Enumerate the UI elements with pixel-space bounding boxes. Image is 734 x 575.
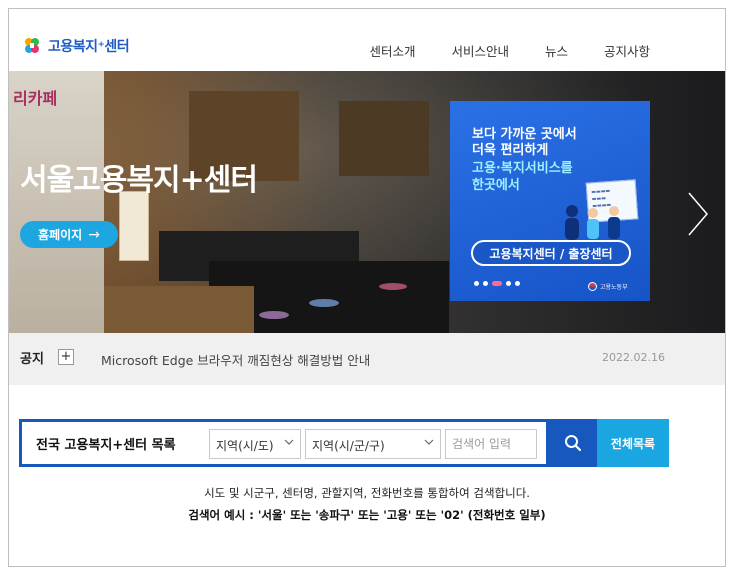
homepage-button[interactable]: 홈페이지 → bbox=[20, 221, 118, 248]
promo-center-button[interactable]: 고용복지센터 / 출장센터 bbox=[471, 240, 631, 266]
keyword-input[interactable] bbox=[445, 429, 537, 459]
hero-banner: 리카페 서울고용복지+센터 홈페이지 → 보다 가까운 곳에서 더욱 편리하게 … bbox=[9, 71, 725, 333]
logo-icon bbox=[25, 38, 39, 53]
hero-title: 서울고용복지+센터 bbox=[20, 163, 258, 198]
promo-ministry-mark: 고용노동부 bbox=[588, 282, 628, 291]
all-list-button[interactable]: 전체목록 bbox=[597, 419, 669, 467]
people-illustration-icon bbox=[565, 205, 620, 240]
page-frame: 고용복지⁺센터 센터소개 서비스안내 뉴스 공지사항 리카페 서울고용복지+센터… bbox=[8, 8, 726, 567]
carousel-dot-5[interactable] bbox=[515, 281, 520, 286]
district-select[interactable]: 지역(시/군/구) bbox=[305, 429, 441, 459]
notice-date: 2022.02.16 bbox=[602, 351, 665, 364]
homepage-button-label: 홈페이지 bbox=[38, 228, 83, 242]
nav-item-notices[interactable]: 공지사항 bbox=[604, 41, 650, 60]
notice-label: 공지 bbox=[20, 352, 44, 367]
carousel-dot-2[interactable] bbox=[483, 281, 488, 286]
search-button[interactable] bbox=[549, 419, 597, 467]
chevron-down-icon bbox=[424, 439, 434, 445]
hero-cushion-1 bbox=[259, 311, 289, 319]
search-help-text: 시도 및 시군구, 센터명, 관할지역, 전화번호를 통합하여 검색합니다. bbox=[204, 486, 530, 500]
hero-poster bbox=[119, 191, 149, 261]
site-logo[interactable]: 고용복지⁺센터 bbox=[21, 36, 130, 56]
emblem-icon bbox=[588, 282, 597, 291]
nav-item-news[interactable]: 뉴스 bbox=[545, 41, 568, 60]
promo-line-2: 더욱 편리하게 bbox=[472, 143, 549, 158]
hero-bookshelf-right bbox=[339, 101, 429, 176]
search-example-text: 검색어 예시 : '서울' 또는 '송파구' 또는 '고용' 또는 '02' (… bbox=[188, 508, 546, 522]
nav-item-service-guide[interactable]: 서비스안내 bbox=[451, 41, 509, 60]
notice-link[interactable]: Microsoft Edge 브라우저 깨짐현상 해결방법 안내 bbox=[101, 350, 370, 369]
site-header: 고용복지⁺센터 센터소개 서비스안내 뉴스 공지사항 bbox=[9, 9, 725, 71]
chevron-down-icon bbox=[284, 439, 294, 445]
region-select-value: 지역(시/도) bbox=[216, 439, 274, 453]
notice-bar: 공지 + Microsoft Edge 브라우저 깨짐현상 해결방법 안내 20… bbox=[9, 333, 725, 385]
search-icon bbox=[565, 435, 582, 452]
search-title: 전국 고용복지+센터 목록 bbox=[36, 438, 176, 453]
hero-cushion-3 bbox=[379, 283, 407, 290]
carousel-pagination bbox=[474, 281, 520, 286]
district-select-value: 지역(시/군/구) bbox=[312, 439, 385, 453]
plus-icon[interactable]: + bbox=[58, 349, 74, 365]
arrow-right-icon: → bbox=[88, 226, 100, 243]
carousel-dot-1[interactable] bbox=[474, 281, 479, 286]
hero-cafe-wall: 리카페 bbox=[9, 71, 104, 333]
region-select[interactable]: 지역(시/도) bbox=[209, 429, 301, 459]
center-search-form: 전국 고용복지+센터 목록 지역(시/도) 지역(시/군/구) bbox=[19, 419, 549, 467]
hero-cafe-sign: 리카페 bbox=[13, 89, 58, 108]
logo-text: 고용복지⁺센터 bbox=[48, 39, 130, 55]
carousel-dot-3[interactable] bbox=[492, 281, 502, 286]
promo-ministry-name: 고용노동부 bbox=[600, 284, 628, 291]
promo-line-4: 한곳에서 bbox=[472, 178, 520, 193]
nav-item-center-intro[interactable]: 센터소개 bbox=[369, 41, 415, 60]
chevron-right-icon[interactable] bbox=[685, 189, 711, 239]
hero-wood-floor bbox=[104, 286, 254, 333]
hero-cushion-2 bbox=[309, 299, 339, 307]
carousel-dot-4[interactable] bbox=[506, 281, 511, 286]
main-nav: 센터소개 서비스안내 뉴스 공지사항 bbox=[333, 41, 650, 60]
promo-card[interactable]: 보다 가까운 곳에서 더욱 편리하게 고용·복지서비스를 한곳에서 ▬▬▬▬ ▬▬… bbox=[450, 101, 650, 301]
